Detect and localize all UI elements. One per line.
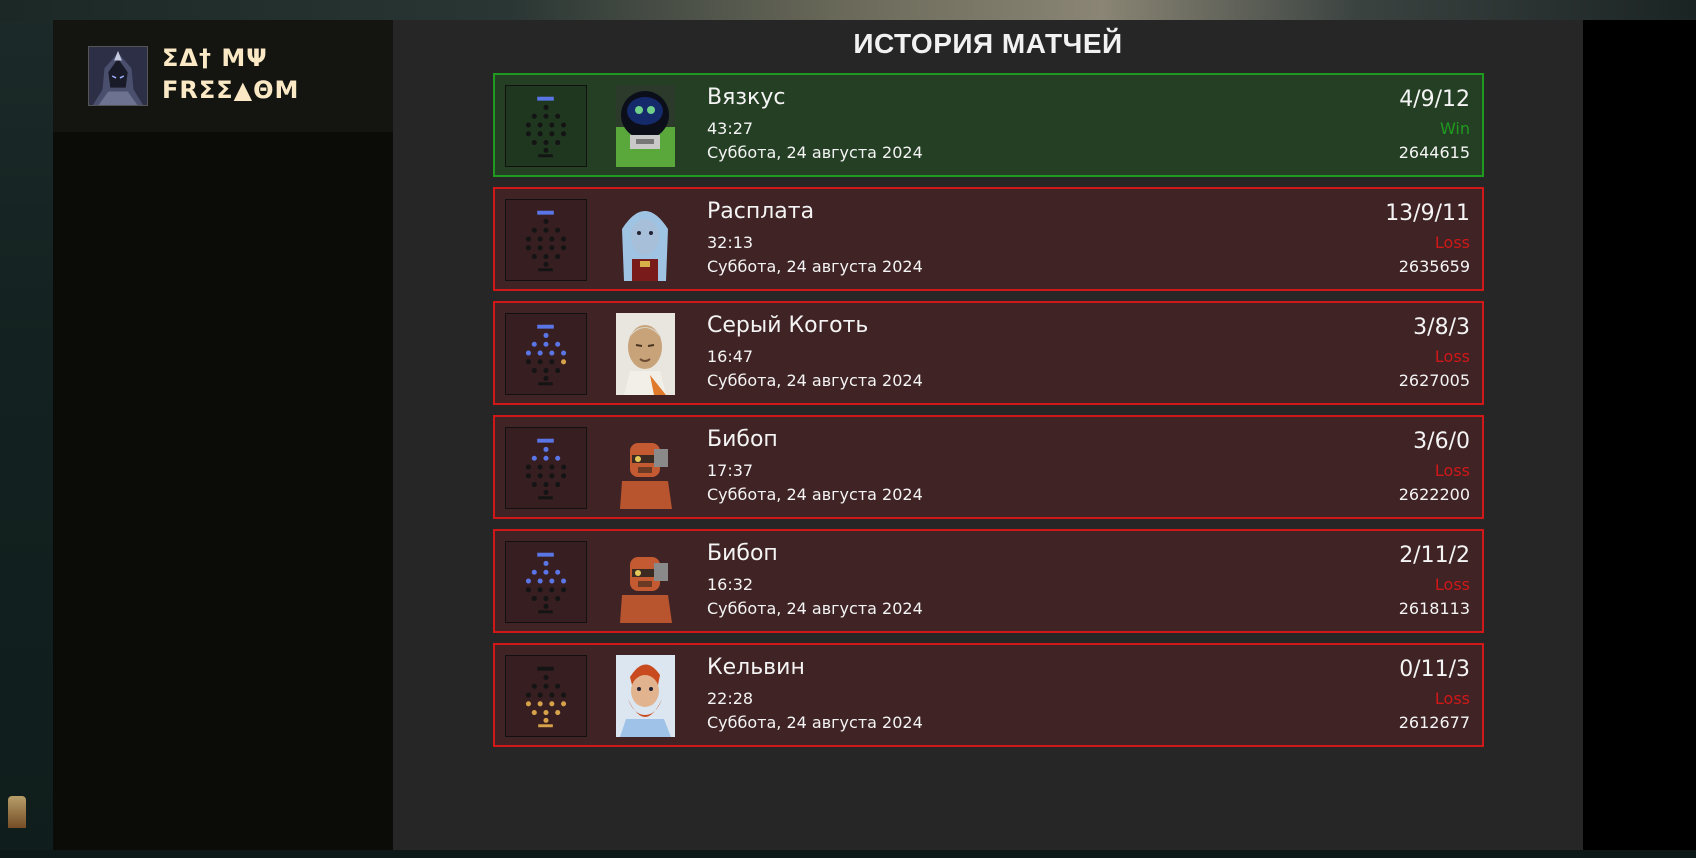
hero-portrait[interactable] [616,541,675,623]
background-scene-bottom [0,850,1696,858]
match-row[interactable]: Серый Коготь 16:47 Суббота, 24 августа 202… [493,301,1484,405]
match-row[interactable]: Бибоп 16:32 Суббота, 24 августа 2024 2/11/2… [493,529,1484,633]
build-tree-icon [525,96,567,158]
hero-portrait[interactable] [616,199,675,281]
build-tree[interactable] [505,427,587,509]
match-row[interactable]: Кельвин 22:28 Суббота, 24 августа 2024 0/11… [493,643,1484,747]
player-avatar[interactable] [88,46,148,106]
kda-score: 0/11/3 [1399,657,1470,682]
build-tree[interactable] [505,313,587,395]
build-tree-icon [525,210,567,272]
hero-portrait[interactable] [616,313,675,395]
player-profile[interactable]: ΣΔ† ΜΨ FRΣΣ▲ΘM [53,20,393,132]
match-row[interactable]: Вязкус 43:27 Суббота, 24 августа 2024 4/9/1… [493,73,1484,177]
match-id: 2618113 [1398,599,1470,618]
match-date: Суббота, 24 августа 2024 [707,143,923,162]
build-tree[interactable] [505,655,587,737]
player-name: ΣΔ† ΜΨ FRΣΣ▲ΘM [162,42,382,106]
match-id: 2622200 [1398,485,1470,504]
hero-name: Кельвин [707,655,805,680]
page-title: ИСТОРИЯ МАТЧЕЙ [853,28,1123,59]
build-tree[interactable] [505,85,587,167]
bebop-portrait-icon [616,427,675,509]
match-date: Суббота, 24 августа 2024 [707,485,923,504]
grey-talon-portrait-icon [616,313,675,395]
match-date: Суббота, 24 августа 2024 [707,371,923,390]
hero-name: Бибоп [707,427,778,452]
background-right-panel [1583,20,1696,850]
candle-decoration [8,796,26,828]
build-tree-icon [525,438,567,500]
bebop-portrait-icon [616,541,675,623]
player-name-line-2: FRΣΣ▲ΘM [162,76,300,104]
sidebar: ΣΔ† ΜΨ FRΣΣ▲ΘM [53,20,393,850]
match-duration: 16:47 [707,347,754,366]
match-date: Суббота, 24 августа 2024 [707,713,923,732]
match-row[interactable]: Бибоп 17:37 Суббота, 24 августа 2024 3/6/0 L… [493,415,1484,519]
build-tree-icon [525,552,567,614]
kda-score: 3/8/3 [1413,315,1470,340]
background-scene-top [0,0,1696,22]
hero-name: Серый Коготь [707,313,869,338]
match-duration: 43:27 [707,119,754,138]
match-result: Loss [1434,689,1470,708]
match-result: Loss [1434,575,1470,594]
hero-name: Вязкус [707,85,786,110]
match-id: 2644615 [1398,143,1470,162]
match-id: 2612677 [1398,713,1470,732]
kda-score: 3/6/0 [1413,429,1470,454]
hero-portrait[interactable] [616,427,675,509]
build-tree[interactable] [505,199,587,281]
hooded-figure-icon [89,47,147,105]
match-history-panel: ИСТОРИЯ МАТЧЕЙ Вязкус 43:27 Суббота, 24 ав… [393,20,1583,850]
hero-name: Бибоп [707,541,778,566]
match-result: Loss [1434,461,1470,480]
match-date: Суббота, 24 августа 2024 [707,599,923,618]
match-result: Loss [1434,233,1470,252]
match-duration: 22:28 [707,689,754,708]
match-duration: 17:37 [707,461,754,480]
match-duration: 16:32 [707,575,754,594]
hero-portrait[interactable] [616,655,675,737]
kda-score: 13/9/11 [1385,201,1470,226]
viscous-portrait-icon [616,85,675,167]
lady-geist-portrait-icon [616,199,675,281]
match-result: Win [1439,119,1470,138]
hero-name: Расплата [707,199,815,224]
match-date: Суббота, 24 августа 2024 [707,257,923,276]
match-id: 2635659 [1398,257,1470,276]
match-row[interactable]: Расплата 32:13 Суббота, 24 августа 2024 13/… [493,187,1484,291]
kelvin-portrait-icon [616,655,675,737]
player-name-line-1: ΣΔ† ΜΨ [162,44,268,72]
hero-portrait[interactable] [616,85,675,167]
match-result: Loss [1434,347,1470,366]
kda-score: 2/11/2 [1399,543,1470,568]
match-duration: 32:13 [707,233,754,252]
match-id: 2627005 [1398,371,1470,390]
build-tree[interactable] [505,541,587,623]
build-tree-icon [525,324,567,386]
kda-score: 4/9/12 [1399,87,1470,112]
build-tree-icon [525,666,567,728]
